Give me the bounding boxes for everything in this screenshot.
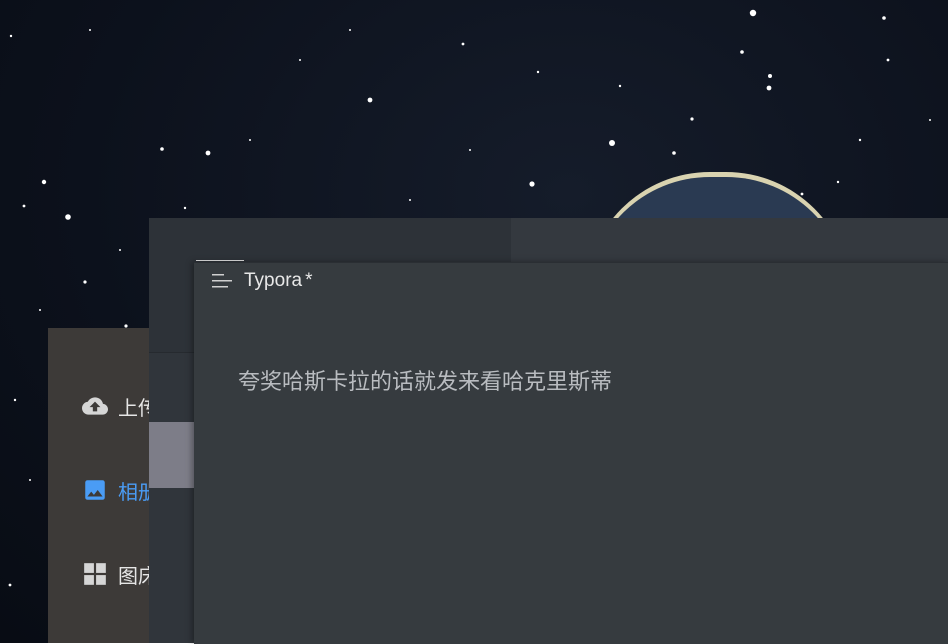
document-text[interactable]: 夸奖哈斯卡拉的话就发来看哈克里斯蒂 <box>238 364 612 396</box>
sidebar-item-album[interactable]: 相册 <box>82 476 158 504</box>
image-icon <box>85 480 105 500</box>
menu-icon[interactable] <box>212 272 234 290</box>
title-bar[interactable]: Typora * <box>212 270 313 292</box>
sidebar-item-image-hosting[interactable]: 图床 <box>82 560 158 588</box>
window-title: Typora <box>244 270 303 291</box>
cloud-upload-icon <box>82 397 108 415</box>
sidebar-item-upload[interactable]: 上传 <box>82 392 158 420</box>
unsaved-marker: * <box>305 270 313 291</box>
selected-row-highlight <box>149 422 195 488</box>
grid-icon <box>84 563 106 585</box>
window-tab-marker <box>196 260 244 264</box>
typora-window[interactable]: Typora * 夸奖哈斯卡拉的话就发来看哈克里斯蒂 <box>194 260 948 644</box>
